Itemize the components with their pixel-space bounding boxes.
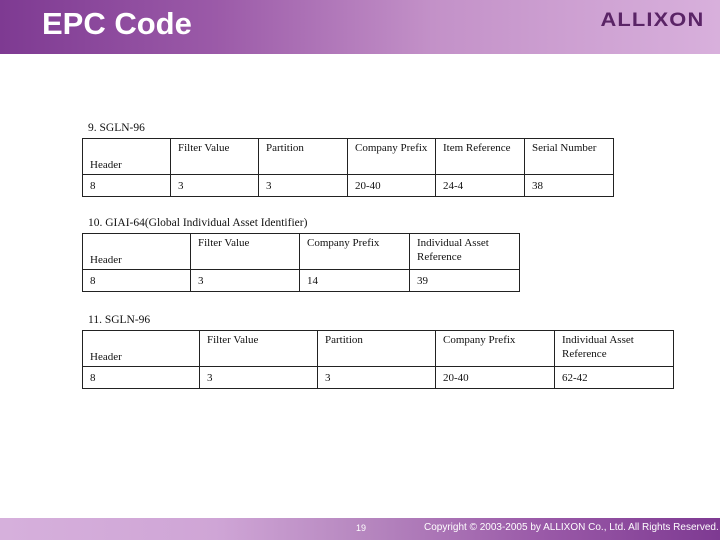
table-cell: 62-42 [554,366,674,389]
table-row: 8 3 3 20-40 24-4 38 [82,174,614,197]
column-header: Item Reference [435,138,525,175]
column-header: Serial Number [524,138,614,175]
table-cell: 3 [170,174,259,197]
table-header-row: Header Filter Value Partition Company Pr… [82,138,614,175]
sgln96-table: Header Filter Value Partition Company Pr… [82,138,614,197]
table-cell: 24-4 [435,174,525,197]
giai64-table: Header Filter Value Company Prefix Indiv… [82,233,520,292]
column-header: Partition [258,138,348,175]
allixon-logo: ALLIXON [600,10,704,31]
table-cell: 3 [190,269,300,292]
table-header-row: Header Filter Value Company Prefix Indiv… [82,233,520,270]
table-row: 8 3 3 20-40 62-42 [82,366,674,389]
title-bar: EPC Code ALLIXON [0,0,720,54]
table-cell: 20-40 [347,174,436,197]
column-header: Company Prefix [347,138,436,175]
section-title-giai64: 10. GIAI-64(Global Individual Asset Iden… [88,217,308,229]
table-cell: 8 [82,174,171,197]
column-header: Company Prefix [299,233,410,270]
copyright-notice: Copyright © 2003-2005 by ALLIXON Co., Lt… [424,522,719,533]
table-cell: 3 [199,366,318,389]
column-header: Filter Value [170,138,259,175]
sgln96-asset-table: Header Filter Value Partition Company Pr… [82,330,674,389]
column-header: Company Prefix [435,330,555,367]
table-cell: 3 [258,174,348,197]
slide-title: EPC Code [42,6,192,41]
column-header: Header [82,233,191,270]
column-header: Filter Value [190,233,300,270]
table-cell: 3 [317,366,436,389]
section-title-sgln96-2: 11. SGLN-96 [88,314,151,326]
table-cell: 14 [299,269,410,292]
column-header: Partition [317,330,436,367]
table-cell: 8 [82,366,200,389]
column-header: Individual Asset Reference [409,233,520,270]
column-header: Filter Value [199,330,318,367]
table-cell: 8 [82,269,191,292]
column-header: Header [82,330,200,367]
page-number: 19 [356,523,367,533]
column-header: Header [82,138,171,175]
table-row: 8 3 14 39 [82,269,520,292]
table-cell: 38 [524,174,614,197]
table-cell: 39 [409,269,520,292]
section-title-sgln96: 9. SGLN-96 [88,122,145,134]
table-header-row: Header Filter Value Partition Company Pr… [82,330,674,367]
table-cell: 20-40 [435,366,555,389]
column-header: Individual Asset Reference [554,330,674,367]
